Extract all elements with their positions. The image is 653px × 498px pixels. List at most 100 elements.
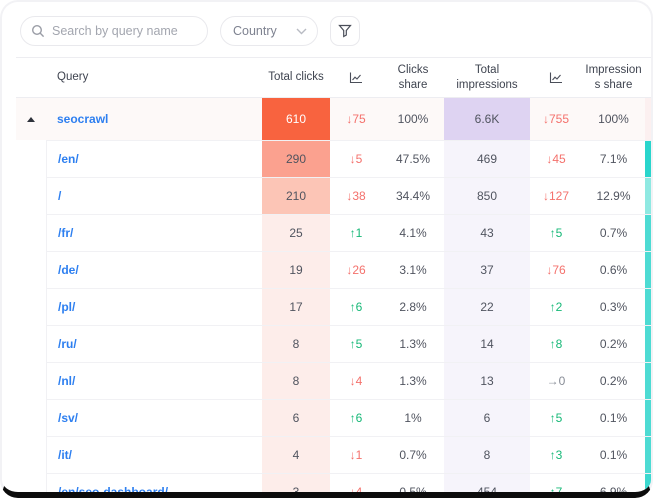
impressions-share-cell: 12.9%: [582, 177, 645, 214]
filter-funnel-icon: [338, 24, 352, 38]
table-row[interactable]: / 210 ↓38 34.4% 850 ↓127 12.9%: [16, 177, 651, 214]
total-impressions-cell: 454: [444, 473, 530, 498]
clipped-heat-strip: [645, 140, 651, 177]
impressions-share-cell: 6.9%: [582, 473, 645, 498]
clipped-heat-strip: [645, 436, 651, 473]
impressions-share-cell: 0.1%: [582, 436, 645, 473]
clipped-heat-strip: [645, 362, 651, 399]
impressions-share-cell: 0.2%: [582, 325, 645, 362]
total-clicks-cell: 210: [262, 177, 330, 214]
total-clicks-cell: 17: [262, 288, 330, 325]
query-cell: /it/: [46, 436, 262, 473]
total-impressions-cell: 6.6K: [444, 98, 530, 140]
table-row[interactable]: /sv/ 6 ↑6 1% 6 ↑5 0.1%: [16, 399, 651, 436]
collapse-caret-icon[interactable]: [27, 117, 35, 122]
clipped-heat-strip: [645, 399, 651, 436]
impressions-change-cell: ↑8: [530, 325, 582, 362]
impressions-change-cell: ↓127: [530, 177, 582, 214]
query-cell: /sv/: [46, 399, 262, 436]
filter-button[interactable]: [330, 16, 360, 46]
query-cell: /en/seo-dashboard/: [46, 473, 262, 498]
query-link[interactable]: /pl/: [58, 300, 75, 314]
total-clicks-cell: 290: [262, 140, 330, 177]
table-row[interactable]: /fr/ 25 ↑1 4.1% 43 ↑5 0.7%: [16, 214, 651, 251]
query-cell: /pl/: [46, 288, 262, 325]
app-window: Country Query Total clicks: [0, 0, 653, 498]
impressions-change-cell: →0: [530, 362, 582, 399]
row-caret-cell: [16, 251, 46, 288]
clicks-change-cell: ↓4: [330, 473, 382, 498]
header-clicks-chart[interactable]: [330, 58, 382, 97]
search-input[interactable]: [52, 24, 197, 38]
query-link[interactable]: /sv/: [58, 411, 78, 425]
table-row[interactable]: seocrawl 610 ↓75 100% 6.6K ↓755 100%: [16, 98, 651, 140]
table-row[interactable]: /en/ 290 ↓5 47.5% 469 ↓45 7.1%: [16, 140, 651, 177]
clicks-change-cell: ↓5: [330, 140, 382, 177]
table-row[interactable]: /nl/ 8 ↓4 1.3% 13 →0 0.2%: [16, 362, 651, 399]
query-link[interactable]: /nl/: [58, 374, 75, 388]
total-clicks-cell: 8: [262, 362, 330, 399]
table-row[interactable]: /de/ 19 ↓26 3.1% 37 ↓76 0.6%: [16, 251, 651, 288]
impressions-share-cell: 0.1%: [582, 399, 645, 436]
search-icon: [31, 24, 45, 38]
clicks-share-cell: 4.1%: [382, 214, 444, 251]
total-clicks-cell: 4: [262, 436, 330, 473]
header-query[interactable]: Query: [46, 58, 262, 97]
query-link[interactable]: /ru/: [58, 337, 77, 351]
header-total-impressions[interactable]: Total impressions: [444, 58, 530, 97]
query-link[interactable]: /it/: [58, 448, 72, 462]
impressions-share-cell: 7.1%: [582, 140, 645, 177]
impressions-change-cell: ↓76: [530, 251, 582, 288]
impressions-change-cell: ↑5: [530, 399, 582, 436]
query-cell: /en/: [46, 140, 262, 177]
query-link[interactable]: /de/: [58, 263, 79, 277]
table-row[interactable]: /en/seo-dashboard/ 3 ↓4 0.5% 454 ↑7 6.9%: [16, 473, 651, 498]
clicks-share-cell: 3.1%: [382, 251, 444, 288]
clipped-heat-strip: [645, 177, 651, 214]
country-select[interactable]: Country: [220, 16, 318, 46]
total-clicks-cell: 19: [262, 251, 330, 288]
clipped-heat-strip: [645, 214, 651, 251]
clicks-change-cell: ↑6: [330, 399, 382, 436]
clicks-change-cell: ↓75: [330, 98, 382, 140]
clicks-change-cell: ↑6: [330, 288, 382, 325]
impressions-change-cell: ↑5: [530, 214, 582, 251]
total-impressions-cell: 14: [444, 325, 530, 362]
row-caret-cell: [16, 98, 46, 140]
header-impressions-share[interactable]: Impressions share: [582, 58, 645, 97]
clicks-share-cell: 1.3%: [382, 325, 444, 362]
header-total-clicks[interactable]: Total clicks: [262, 58, 330, 97]
table-row[interactable]: /pl/ 17 ↑6 2.8% 22 ↑2 0.3%: [16, 288, 651, 325]
total-clicks-cell: 610: [262, 98, 330, 140]
country-select-label: Country: [233, 24, 277, 38]
query-cell: seocrawl: [46, 98, 262, 140]
clipped-heat-strip: [645, 98, 651, 140]
query-link[interactable]: seocrawl: [57, 112, 108, 126]
query-link[interactable]: /fr/: [58, 226, 73, 240]
clicks-change-cell: ↑5: [330, 325, 382, 362]
query-link[interactable]: /en/seo-dashboard/: [58, 485, 168, 498]
query-search-box[interactable]: [20, 16, 208, 46]
query-link[interactable]: /en/: [58, 152, 79, 166]
clipped-heat-strip: [645, 251, 651, 288]
chart-line-icon: [549, 72, 563, 84]
table-row[interactable]: /ru/ 8 ↑5 1.3% 14 ↑8 0.2%: [16, 325, 651, 362]
table-row[interactable]: /it/ 4 ↓1 0.7% 8 ↑3 0.1%: [16, 436, 651, 473]
table-header-row: Query Total clicks Clicks share Total im…: [16, 58, 651, 98]
impressions-share-cell: 0.6%: [582, 251, 645, 288]
query-link[interactable]: /: [58, 189, 61, 203]
clipped-heat-strip: [645, 325, 651, 362]
clicks-share-cell: 34.4%: [382, 177, 444, 214]
row-caret-cell: [16, 288, 46, 325]
chart-line-icon: [349, 72, 363, 84]
total-clicks-cell: 6: [262, 399, 330, 436]
header-caret-spacer: [16, 58, 46, 97]
impressions-change-cell: ↑2: [530, 288, 582, 325]
impressions-change-cell: ↑7: [530, 473, 582, 498]
clicks-share-cell: 0.5%: [382, 473, 444, 498]
query-cell: /de/: [46, 251, 262, 288]
toolbar: Country: [2, 2, 651, 57]
header-clicks-share[interactable]: Clicks share: [382, 58, 444, 97]
impressions-share-cell: 0.2%: [582, 362, 645, 399]
header-impressions-chart[interactable]: [530, 58, 582, 97]
